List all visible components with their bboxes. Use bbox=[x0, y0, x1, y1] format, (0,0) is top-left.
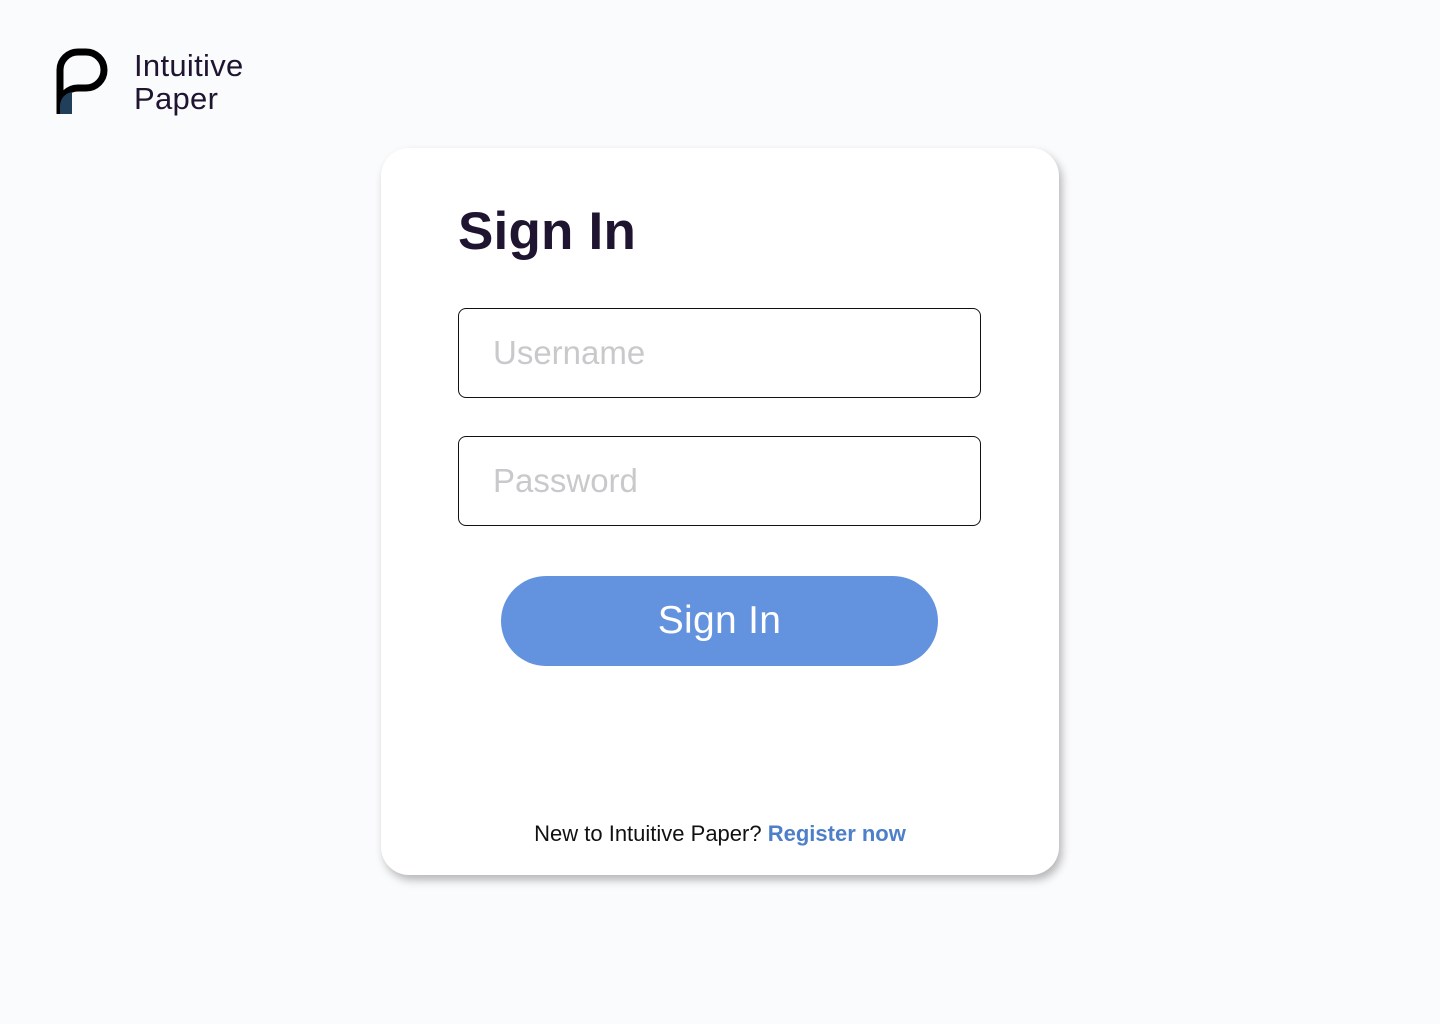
intuitive-paper-logo-icon bbox=[56, 48, 108, 114]
brand-name-line2: Paper bbox=[134, 81, 219, 116]
signin-button[interactable]: Sign In bbox=[501, 576, 938, 666]
register-prompt-text: New to Intuitive Paper? bbox=[534, 821, 762, 846]
register-prompt: New to Intuitive Paper? Register now bbox=[381, 818, 1059, 850]
brand-name-line1: Intuitive bbox=[134, 48, 244, 83]
password-input[interactable] bbox=[458, 436, 981, 526]
signin-title: Sign In bbox=[458, 202, 637, 261]
register-link[interactable]: Register now bbox=[768, 821, 906, 846]
signin-card: Sign In Sign In New to Intuitive Paper? … bbox=[381, 148, 1059, 875]
username-input[interactable] bbox=[458, 308, 981, 398]
brand-logo[interactable]: Intuitive Paper bbox=[56, 48, 244, 116]
brand-name: Intuitive Paper bbox=[134, 49, 244, 115]
